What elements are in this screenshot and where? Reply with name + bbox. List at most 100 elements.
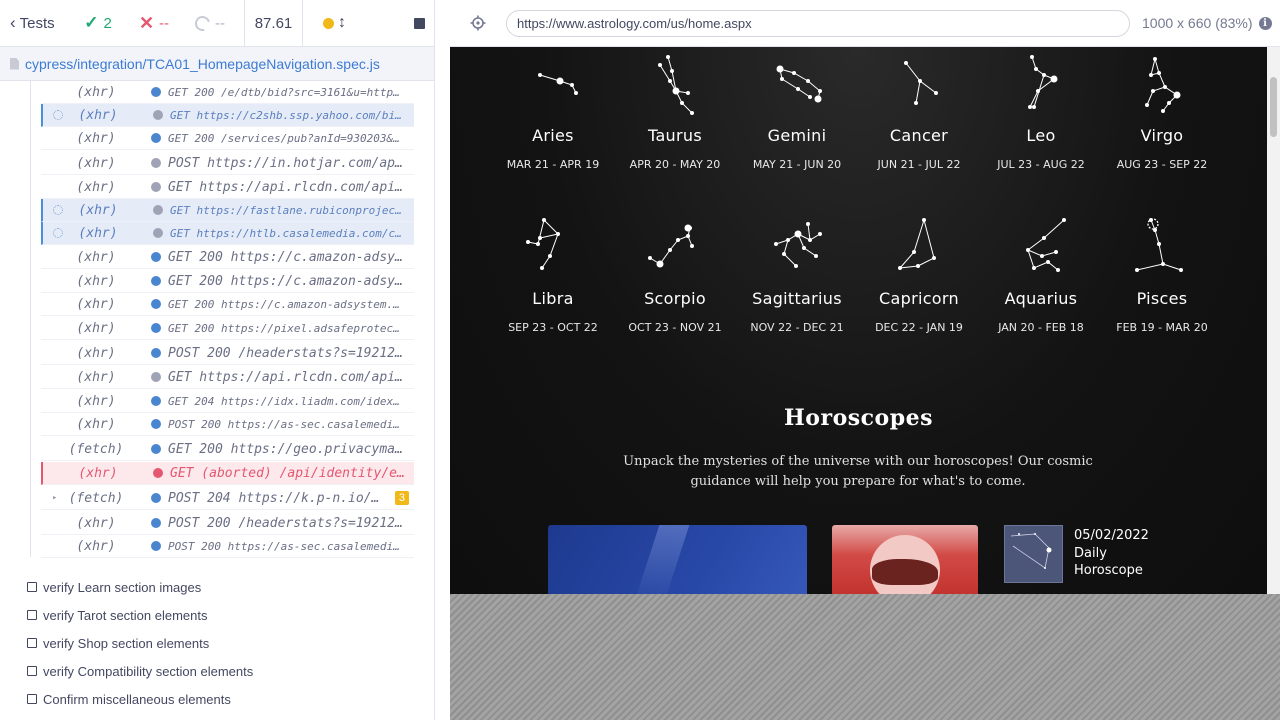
test-checkbox-icon [27,610,37,620]
request-message: GET https://c2shb.ssp.yahoo.com/bidReq..… [170,108,414,122]
request-type: (xhr) [76,538,116,554]
zodiac-dates: OCT 23 - NOV 21 [628,321,722,334]
iframe-scrollbar-thumb[interactable] [1270,77,1277,137]
command-log-row[interactable]: (xhr) POST 200 /headerstats?s=192126&... [41,342,414,365]
command-log-row[interactable]: (xhr) GET https://fastlane.rubiconproject… [41,199,414,222]
horoscopes-title: Horoscopes [784,405,933,431]
constellation-icon [1026,218,1066,272]
aut-panel: https://www.astrology.com/us/home.aspx 1… [450,0,1280,720]
daily-horoscope-text[interactable]: 05/02/2022 Daily Horoscope [1074,527,1149,580]
zodiac-dates: MAY 21 - JUN 20 [752,158,842,171]
expand-caret-icon[interactable]: ▸ [52,493,57,503]
command-log-row[interactable]: (xhr) POST 200 /headerstats?s=192126&... [41,512,414,535]
status-dot-icon [151,493,161,503]
command-log-row[interactable]: (xhr) GET 200 https://c.amazon-adsystem.c… [41,293,414,316]
selector-playground-icon[interactable] [450,15,506,31]
request-message: GET 200 https://c.amazon-adsyst... [168,273,414,289]
command-log-row[interactable]: (xhr) GET 200 /e/dtb/bid?src=3161&u=https… [41,81,414,104]
zodiac-cancer[interactable]: Cancer JUN 21 - JUL 22 [858,51,980,171]
test-title: verify Learn section images [43,579,202,595]
stop-icon[interactable] [414,17,425,29]
command-log-row[interactable]: (xhr) POST 200 https://as-sec.casalemedia… [41,413,414,436]
zodiac-name: Libra [532,289,574,308]
request-message: GET https://api.rlcdn.com/api/i... [168,179,414,195]
horoscope-card-image[interactable] [548,525,807,594]
command-log-row[interactable]: (xhr) POST https://in.hotjar.com/api/... [41,152,414,175]
command-log-row[interactable]: (xhr) POST 200 https://as-sec.casalemedia… [41,535,414,558]
zodiac-taurus[interactable]: Taurus APR 20 - MAY 20 [614,51,736,171]
zodiac-scorpio[interactable]: Scorpio OCT 23 - NOV 21 [614,214,736,334]
zodiac-name: Pisces [1136,289,1188,308]
pending-count: -- [215,14,225,32]
zodiac-capricorn[interactable]: Capricorn DEC 22 - JAN 19 [858,214,980,334]
command-log-row[interactable]: (xhr) GET https://htlb.casalemedia.com/cy… [41,222,414,245]
auto-scroll-toggle-icon[interactable]: ↕ [338,14,346,32]
tests-back-button[interactable]: ‹ Tests [0,0,70,47]
command-log-row[interactable]: ▸ (fetch) POST 204 https://k.p-n.io/even..… [41,487,414,510]
command-log-row[interactable]: (xhr) GET https://api.rlcdn.com/api/i... [41,176,414,199]
constellation-icon [648,224,694,268]
zodiac-dates: APR 20 - MAY 20 [629,158,721,171]
test-checkbox-icon [27,582,37,592]
daily-horoscope-thumbnail[interactable] [1004,525,1063,583]
request-type: (xhr) [76,515,116,531]
zodiac-libra[interactable]: Libra SEP 23 - OCT 22 [492,214,614,334]
command-log-row[interactable]: (xhr) GET 200 https://c.amazon-adsyst... [41,246,414,269]
request-message: POST 200 https://as-sec.casalemedia.co..… [168,539,414,553]
zodiac-aquarius[interactable]: Aquarius JAN 20 - FEB 18 [980,214,1102,334]
request-type: (xhr) [76,369,116,385]
zodiac-dates: DEC 22 - JAN 19 [875,321,963,334]
request-type: (xhr) [76,273,116,289]
test-item[interactable]: Confirm miscellaneous elements [0,685,434,713]
command-log-row[interactable]: (xhr) GET (aborted) /api/identity/env... [41,462,414,485]
request-type: (xhr) [76,155,116,171]
request-message: GET 200 https://c.amazon-adsystem.com/..… [168,297,414,311]
taurus-card-image[interactable] [832,525,978,594]
constellation-icon [774,222,822,268]
command-log-row[interactable]: (fetch) GET 200 https://geo.privacymana..… [41,438,414,461]
zodiac-pisces[interactable]: Pisces FEB 19 - MAR 20 [1101,214,1223,334]
constellation-icon [1135,218,1183,272]
test-item[interactable]: verify Tarot section elements [0,601,434,629]
bull-silhouette [872,559,938,585]
daily-label-line2: Horoscope [1074,563,1143,578]
daily-label-line1: Daily [1074,545,1107,561]
request-message: GET https://htlb.casalemedia.com/cygnu..… [170,226,414,240]
info-icon[interactable]: i [1258,16,1272,30]
zodiac-gemini[interactable]: Gemini MAY 21 - JUN 20 [736,51,858,171]
zodiac-name: Cancer [889,126,949,145]
constellation-icon [658,55,694,115]
zodiac-dates: SEP 23 - OCT 22 [508,321,598,334]
spec-file-bar[interactable]: cypress/integration/TCA01_HomepageNaviga… [0,47,434,81]
url-field[interactable]: https://www.astrology.com/us/home.aspx [506,9,1130,37]
command-log-row[interactable]: (xhr) GET https://c2shb.ssp.yahoo.com/bid… [41,104,414,127]
command-log-row[interactable]: (xhr) GET 200 https://c.amazon-adsyst... [41,270,414,293]
test-checkbox-icon [27,638,37,648]
status-dot-icon [151,182,161,192]
command-log-row[interactable]: (xhr) GET 200 https://pixel.adsafeprotect… [41,317,414,340]
request-type: (xhr) [76,179,116,195]
test-item[interactable]: verify Learn section images [0,573,434,601]
spec-path[interactable]: cypress/integration/TCA01_HomepageNaviga… [25,56,380,72]
command-log-row[interactable]: (xhr) GET 204 https://idx.liadm.com/idex/… [41,390,414,413]
test-checkbox-icon [27,694,37,704]
daily-date: 05/02/2022 [1074,528,1149,543]
check-icon: ✓ [84,13,99,32]
test-item[interactable]: verify Compatibility section elements [0,657,434,685]
status-dot-icon [153,110,163,120]
command-log-row[interactable]: (xhr) GET 200 /services/pub?anId=930203&s… [41,127,414,150]
zodiac-aries[interactable]: Aries MAR 21 - APR 19 [492,51,614,171]
test-list: verify Learn section images verify Tarot … [0,573,434,713]
status-dot-icon [151,133,161,143]
request-type: (xhr) [76,416,116,432]
zodiac-virgo[interactable]: Virgo AUG 23 - SEP 22 [1101,51,1223,171]
zodiac-sagittarius[interactable]: Sagittarius NOV 22 - DEC 21 [736,214,858,334]
command-log-row[interactable]: (xhr) GET https://api.rlcdn.com/api/i... [41,366,414,389]
constellation-icon [776,65,822,103]
zodiac-leo[interactable]: Leo JUL 23 - AUG 22 [980,51,1102,171]
app-iframe: Aries MAR 21 - APR 19 Taurus APR 20 - MAY 2… [450,47,1267,594]
test-item[interactable]: verify Shop section elements [0,629,434,657]
iframe-scrollbar[interactable] [1267,47,1280,594]
status-dot-icon [151,323,161,333]
request-type: (fetch) [68,441,124,457]
